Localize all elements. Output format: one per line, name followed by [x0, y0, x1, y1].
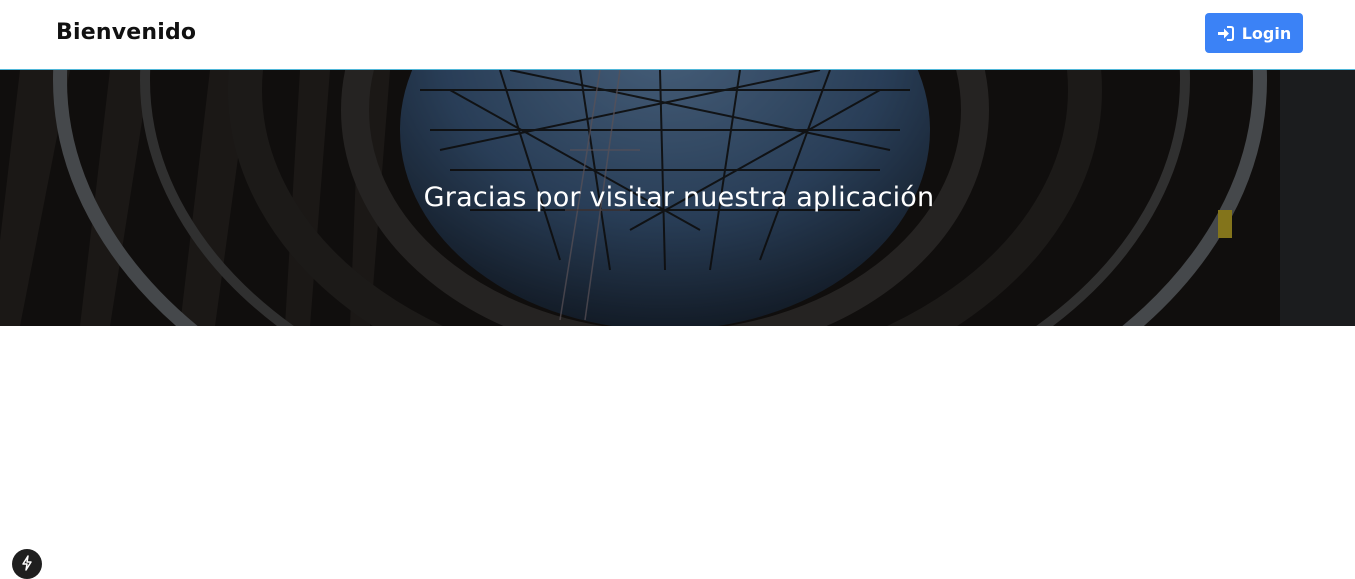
- hero-message: Gracias por visitar nuestra aplicación: [423, 182, 935, 213]
- lightning-bolt-icon: [20, 555, 34, 575]
- sign-in-icon: [1217, 25, 1234, 41]
- brand-title: Bienvenido: [56, 20, 197, 45]
- navbar: Bienvenido Login: [0, 0, 1355, 70]
- login-label: Login: [1241, 23, 1292, 43]
- login-button[interactable]: Login: [1205, 13, 1303, 53]
- floating-badge[interactable]: [12, 549, 42, 579]
- hero-banner: Gracias por visitar nuestra aplicación: [0, 70, 1355, 326]
